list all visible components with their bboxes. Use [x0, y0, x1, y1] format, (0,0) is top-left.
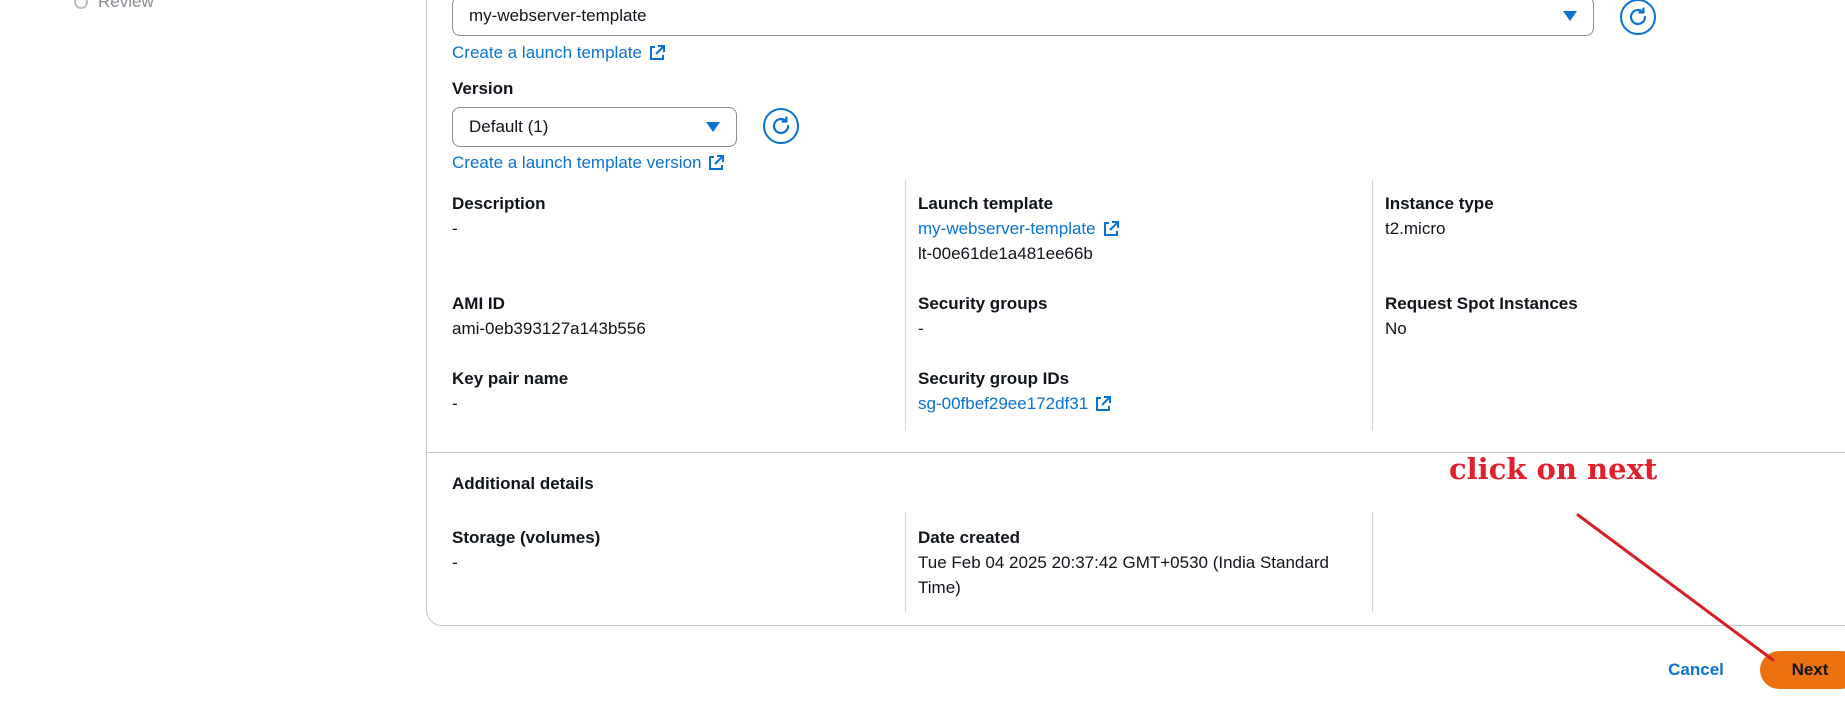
security-groups-value: -	[918, 319, 924, 338]
radio-icon	[74, 0, 88, 9]
column-divider	[1372, 512, 1373, 612]
external-link-icon	[1103, 221, 1119, 236]
external-link-icon	[649, 45, 665, 60]
spot-instances-label: Request Spot Instances	[1385, 294, 1578, 313]
launch-template-label: Launch template	[918, 194, 1054, 213]
date-created-line-1: Tue Feb 04 2025 20:37:42 GMT+0530 (India…	[918, 553, 1329, 572]
date-created-line-2: Time)	[918, 578, 961, 597]
additional-details-heading: Additional details	[452, 474, 594, 493]
launch-template-link-text: my-webserver-template	[918, 219, 1096, 238]
create-launch-template-text: Create a launch template	[452, 43, 642, 62]
storage-label: Storage (volumes)	[452, 528, 601, 547]
cancel-button[interactable]: Cancel	[1648, 656, 1744, 684]
nav-step-label: Review	[98, 0, 154, 11]
launch-template-panel	[426, 0, 1845, 626]
launch-template-select-value: my-webserver-template	[469, 6, 647, 25]
ami-id-label: AMI ID	[452, 294, 505, 313]
refresh-versions-button[interactable]	[763, 108, 799, 144]
launch-template-details-link[interactable]: my-webserver-template	[918, 219, 1120, 239]
ami-id-value: ami-0eb393127a143b556	[452, 319, 646, 338]
security-group-id-link[interactable]: sg-00fbef29ee172df31	[918, 394, 1112, 414]
security-groups-label: Security groups	[918, 294, 1048, 313]
storage-value: -	[452, 553, 458, 572]
column-divider	[905, 180, 906, 430]
version-select-value: Default (1)	[469, 117, 549, 136]
refresh-icon	[772, 116, 790, 135]
launch-template-id: lt-00e61de1a481ee66b	[918, 244, 1093, 263]
security-group-id-text: sg-00fbef29ee172df31	[918, 394, 1089, 413]
description-value: -	[452, 219, 458, 238]
security-group-ids-label: Security group IDs	[918, 369, 1070, 388]
instance-type-value: t2.micro	[1385, 219, 1446, 238]
version-label: Version	[452, 79, 514, 98]
launch-template-select[interactable]: my-webserver-template	[452, 0, 1594, 36]
refresh-launch-templates-button[interactable]	[1620, 0, 1656, 35]
spot-instances-value: No	[1385, 319, 1407, 338]
external-link-icon	[709, 155, 725, 170]
next-button[interactable]: Next	[1760, 651, 1845, 689]
nav-step-review[interactable]: Review	[74, 0, 154, 12]
external-link-icon	[1096, 396, 1112, 411]
column-divider	[905, 512, 906, 612]
instance-type-label: Instance type	[1385, 194, 1494, 213]
description-label: Description	[452, 194, 546, 213]
caret-down-icon	[1563, 11, 1577, 21]
column-divider	[1372, 180, 1373, 430]
create-launch-template-version-link[interactable]: Create a launch template version	[452, 153, 725, 173]
key-pair-label: Key pair name	[452, 369, 569, 388]
caret-down-icon	[706, 122, 720, 132]
create-launch-template-version-text: Create a launch template version	[452, 153, 702, 172]
date-created-label: Date created	[918, 528, 1021, 547]
refresh-icon	[1629, 7, 1647, 26]
page: Review my-webserver-template Create a la…	[0, 0, 1845, 710]
key-pair-value: -	[452, 394, 458, 413]
annotation-text: click on next	[1449, 452, 1658, 486]
version-select[interactable]: Default (1)	[452, 107, 737, 147]
create-launch-template-link[interactable]: Create a launch template	[452, 43, 666, 63]
